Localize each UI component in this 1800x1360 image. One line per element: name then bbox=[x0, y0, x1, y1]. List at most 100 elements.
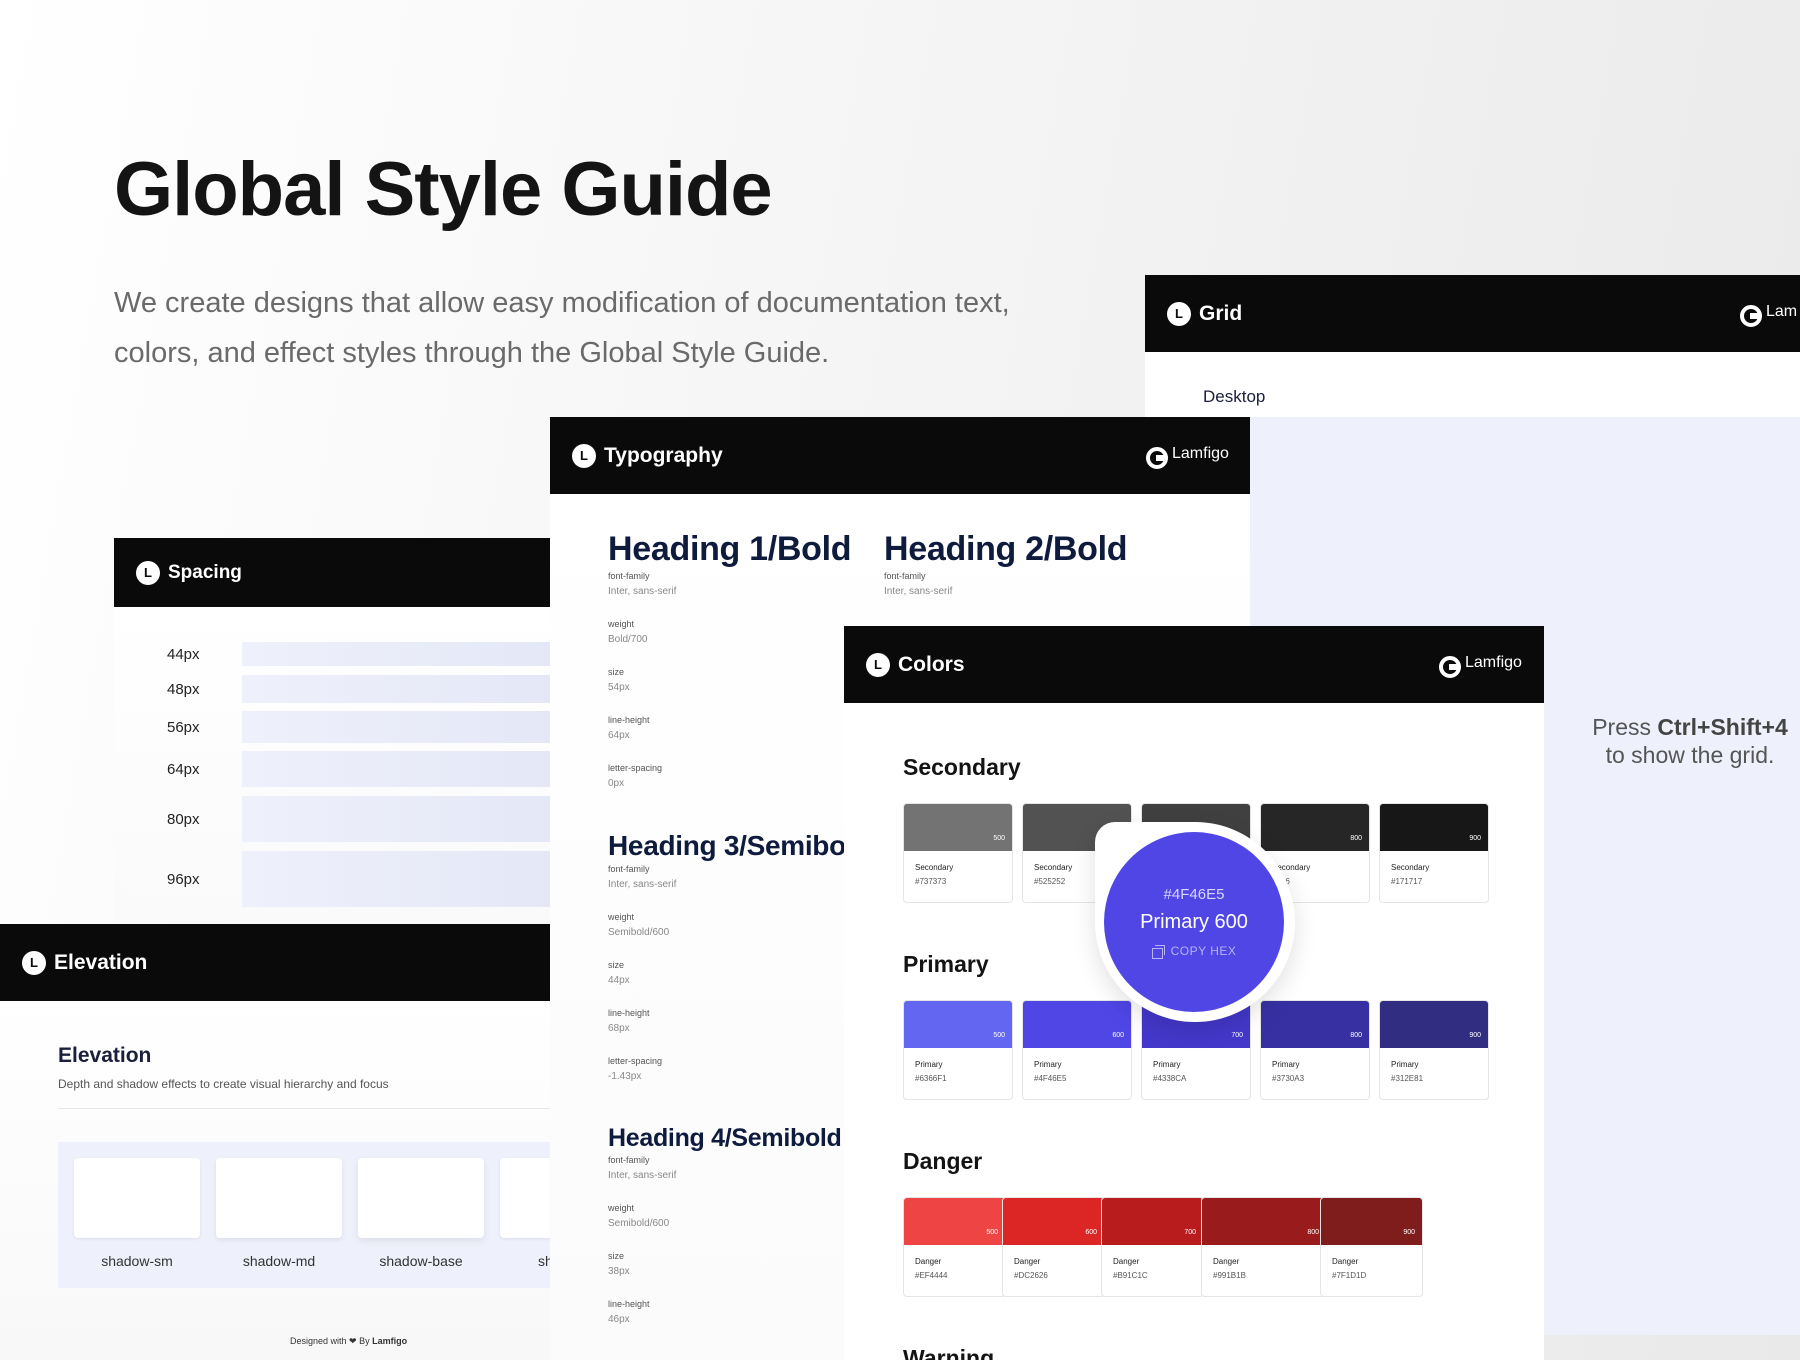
spacing-panel-header: L Spacing bbox=[114, 538, 554, 607]
spec-key: weight bbox=[608, 1203, 635, 1213]
swatch-level: 800 bbox=[1307, 1229, 1319, 1236]
grid-hint-prefix: Press bbox=[1592, 714, 1658, 740]
grid-panel-title: Grid bbox=[1199, 301, 1243, 325]
lamfigo-logo-icon: L bbox=[136, 560, 160, 585]
shadow-card-label: sh bbox=[538, 1253, 552, 1269]
spacing-bar bbox=[242, 675, 554, 703]
grid-hint: Press Ctrl+Shift+4 to show the grid. bbox=[1540, 713, 1800, 769]
colors-panel-title: Colors bbox=[898, 652, 965, 676]
swatch-hex: #4338CA bbox=[1153, 1074, 1187, 1083]
elevation-panel-body: Elevation Depth and shadow effects to cr… bbox=[0, 1001, 552, 1360]
spacing-label: 44px bbox=[167, 645, 200, 663]
elevation-panel-title: Elevation bbox=[54, 950, 148, 974]
color-swatch[interactable]: 800 Danger #991B1B bbox=[1201, 1197, 1327, 1297]
copy-hex-button[interactable]: COPY HEX bbox=[1104, 944, 1284, 959]
spec-key: weight bbox=[608, 912, 635, 922]
footer-credit: Designed with ❤ By Lamfigo bbox=[290, 1336, 407, 1347]
spec-value: -1.43px bbox=[608, 1071, 642, 1082]
spacing-label: 64px bbox=[167, 760, 200, 778]
color-group-title: Primary bbox=[903, 951, 989, 977]
color-tooltip: #4F46E5 Primary 600 COPY HEX bbox=[1104, 832, 1284, 1012]
spec-value: Semibold/600 bbox=[608, 1218, 670, 1229]
type-style: Heading 3/Semibold font-family Inter, sa… bbox=[608, 830, 871, 1104]
grid-panel-header: L Grid Lam bbox=[1145, 275, 1800, 352]
swatch-label: Secondary bbox=[1272, 863, 1311, 872]
swatch-color: 900 bbox=[1380, 804, 1488, 851]
colors-panel-header: L Colors Lamfigo bbox=[844, 626, 1544, 703]
type-style-name: Heading 3/Semibold bbox=[608, 830, 871, 861]
swatch-label: Primary bbox=[915, 1060, 943, 1069]
spec-value: Bold/700 bbox=[608, 634, 648, 645]
color-swatch[interactable]: 900 Secondary #171717 bbox=[1379, 803, 1489, 903]
lamfigo-mark-icon bbox=[1146, 446, 1168, 469]
color-swatch[interactable]: 900 Primary #312E81 bbox=[1379, 1000, 1489, 1100]
lamfigo-mark-icon bbox=[1740, 304, 1762, 327]
spec-key: line-height bbox=[608, 1008, 650, 1018]
swatch-level: 900 bbox=[1403, 1229, 1415, 1236]
swatch-label: Danger bbox=[1113, 1257, 1140, 1266]
color-swatch[interactable]: 500 Primary #6366F1 bbox=[903, 1000, 1013, 1100]
swatch-level: 800 bbox=[1350, 1032, 1362, 1039]
type-style-name: Heading 1/Bold bbox=[608, 530, 852, 568]
type-style: Heading 1/Bold font-family Inter, sans-s… bbox=[608, 530, 852, 811]
spec-value: Inter, sans-serif bbox=[608, 879, 677, 890]
swatch-level: 700 bbox=[1184, 1229, 1196, 1236]
swatch-label: Primary bbox=[1272, 1060, 1300, 1069]
color-swatch[interactable]: 500 Secondary #737373 bbox=[903, 803, 1013, 903]
color-swatch[interactable]: 800 Primary #3730A3 bbox=[1260, 1000, 1370, 1100]
spacing-bar bbox=[242, 851, 554, 907]
swatch-hex: #B91C1C bbox=[1113, 1271, 1148, 1280]
spec-key: weight bbox=[608, 619, 635, 629]
spec-key: size bbox=[608, 960, 625, 970]
typography-panel-title: Typography bbox=[604, 443, 723, 467]
spacing-panel: L Spacing 44px 48px 56px 64px 80px 96px bbox=[114, 538, 554, 923]
spacing-panel-title: Spacing bbox=[168, 561, 242, 583]
swatch-hex: #6366F1 bbox=[915, 1074, 947, 1083]
color-swatch[interactable]: 600 Primary #4F46E5 bbox=[1022, 1000, 1132, 1100]
swatch-level: 600 bbox=[1085, 1229, 1097, 1236]
page-title: Global Style Guide bbox=[114, 147, 773, 232]
swatch-label: Secondary bbox=[1391, 863, 1430, 872]
spacing-row: 56px bbox=[114, 711, 554, 743]
elevation-panel-header: L Elevation bbox=[0, 924, 552, 1001]
spec-value: Inter, sans-serif bbox=[608, 1170, 677, 1181]
swatch-color: 500 bbox=[904, 1001, 1012, 1048]
spacing-bar bbox=[242, 711, 554, 743]
elevation-subtitle: Depth and shadow effects to create visua… bbox=[58, 1077, 389, 1091]
swatch-label: Primary bbox=[1034, 1060, 1062, 1069]
color-swatch[interactable]: 900 Danger #7F1D1D bbox=[1320, 1197, 1423, 1297]
swatch-hex: #DC2626 bbox=[1014, 1271, 1048, 1280]
swatch-level: 800 bbox=[1350, 835, 1362, 842]
spacing-label: 48px bbox=[167, 680, 200, 698]
brand-logo: Lamfigo bbox=[1439, 654, 1522, 678]
spec-value: 68px bbox=[608, 1023, 630, 1034]
swatch-color: 500 bbox=[904, 1198, 1005, 1245]
color-swatch[interactable]: 600 Danger #DC2626 bbox=[1002, 1197, 1105, 1297]
color-swatch[interactable]: 500 Danger #EF4444 bbox=[903, 1197, 1006, 1297]
color-swatch[interactable]: 700 Danger #B91C1C bbox=[1101, 1197, 1204, 1297]
swatch-level: 900 bbox=[1469, 835, 1481, 842]
swatch-hex: #EF4444 bbox=[915, 1271, 948, 1280]
shadow-card-label: shadow-md bbox=[242, 1253, 316, 1269]
swatch-label: Danger bbox=[1332, 1257, 1359, 1266]
spacing-label: 96px bbox=[167, 870, 200, 888]
spacing-bar bbox=[242, 751, 554, 787]
spec-key: letter-spacing bbox=[608, 763, 663, 773]
swatch-label: Danger bbox=[1014, 1257, 1041, 1266]
type-style: Heading 4/Semibold font-family Inter, sa… bbox=[608, 1124, 842, 1347]
swatch-hex: #171717 bbox=[1391, 877, 1423, 886]
spec-value: 46px bbox=[608, 1314, 630, 1325]
spec-value: Semibold/600 bbox=[608, 927, 670, 938]
typography-panel-header: L Typography Lamfigo bbox=[550, 417, 1250, 494]
spacing-label: 56px bbox=[167, 718, 200, 736]
grid-hint-keys: Ctrl+Shift+4 bbox=[1657, 714, 1788, 740]
brand-logo: Lamfigo bbox=[1146, 445, 1229, 469]
swatch-hex: #312E81 bbox=[1391, 1074, 1424, 1083]
lamfigo-logo-icon: L bbox=[572, 443, 596, 468]
swatch-level: 500 bbox=[993, 1032, 1005, 1039]
grid-desktop-label: Desktop bbox=[1203, 387, 1266, 406]
spacing-bar bbox=[242, 796, 554, 842]
grid-hint-suffix: to show the grid. bbox=[1605, 742, 1775, 768]
elevation-heading: Elevation bbox=[58, 1044, 152, 1067]
spec-key: size bbox=[608, 667, 625, 677]
